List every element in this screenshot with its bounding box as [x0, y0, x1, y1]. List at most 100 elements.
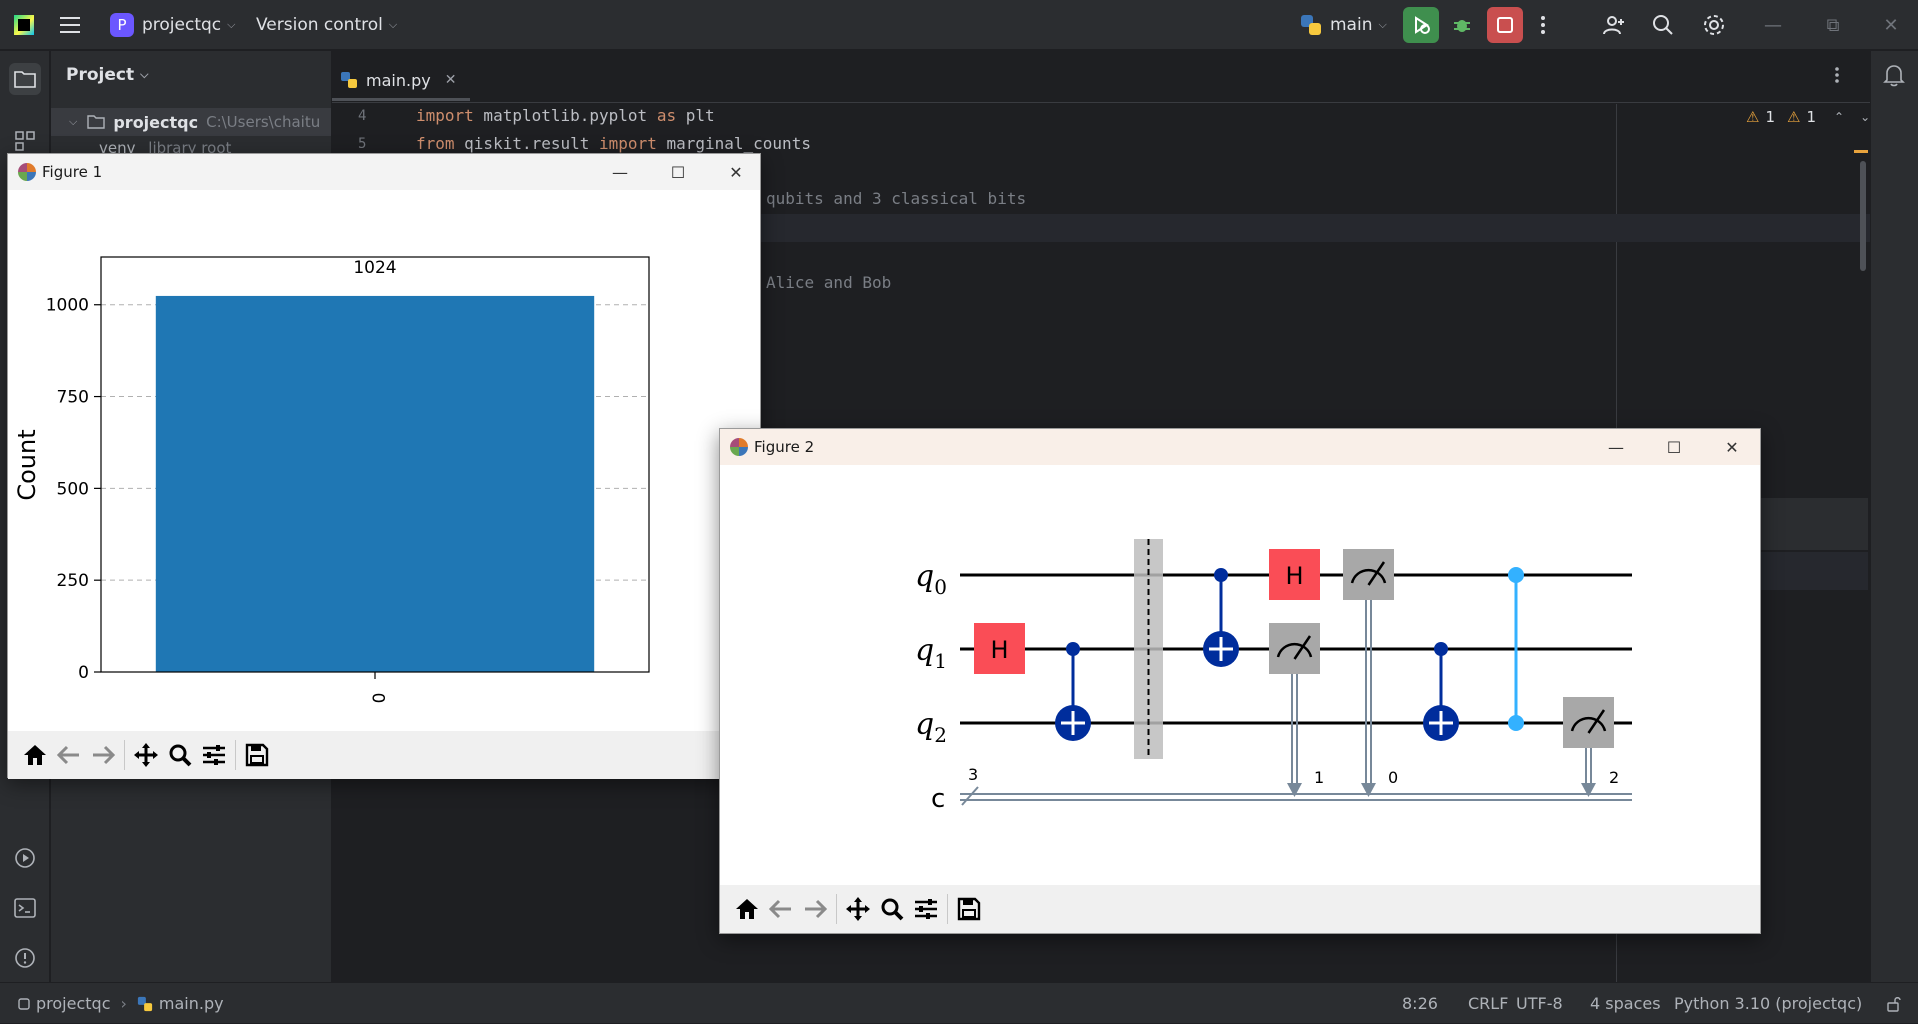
more-vertical-icon — [1541, 16, 1545, 34]
arrow-left-icon — [769, 899, 791, 919]
folder-icon — [87, 115, 106, 129]
sliders-icon — [915, 899, 937, 919]
close-icon: ✕ — [1725, 437, 1739, 457]
chart-bars: 1024 — [155, 258, 595, 672]
h-gate-q0: H — [1269, 549, 1320, 600]
measure-gate-q1: 1 — [1269, 623, 1324, 797]
measure-target-label: 1 — [1314, 768, 1324, 787]
home-button[interactable] — [18, 738, 52, 772]
code-line[interactable]: from qiskit.result import marginal_count… — [416, 134, 811, 153]
project-panel-title: Project — [66, 65, 135, 85]
pan-button[interactable] — [129, 738, 163, 772]
minimize-button[interactable]: — — [1743, 0, 1803, 50]
code-text: matplotlib.pyplot — [473, 106, 657, 125]
project-badge: P — [110, 13, 134, 37]
zoom-button[interactable] — [875, 892, 909, 926]
figure-1-titlebar[interactable]: Figure 1 — ☐ ✕ — [8, 154, 760, 190]
zoom-button[interactable] — [163, 738, 197, 772]
cnot-gate-q0-q1 — [1203, 568, 1239, 667]
code-keyword: import — [416, 106, 474, 125]
tree-row-root[interactable]: ⌵ projectqc C:\Users\chaitu — [51, 108, 331, 136]
save-figure-button[interactable] — [240, 738, 274, 772]
project-panel-header[interactable]: Project ⌵ — [66, 65, 148, 85]
breadcrumb-file[interactable]: main.py — [159, 994, 224, 1013]
problems-tool-button[interactable] — [11, 944, 39, 972]
folder-icon — [14, 71, 36, 88]
settings-button[interactable] — [1702, 0, 1726, 50]
y-tick-label: 1000 — [46, 296, 89, 316]
chevron-down-icon: ⌵ — [227, 18, 236, 31]
code-comment-fragment: Alice and Bob — [766, 273, 892, 292]
inspection-widget[interactable]: ⚠ 1 ⚠ 1 ⌃ ⌄ — [1746, 108, 1870, 126]
figure-1-minimize-button[interactable]: — — [591, 154, 649, 190]
figure-2-maximize-button[interactable]: ☐ — [1645, 429, 1703, 465]
measure-gate-q2: 2 — [1563, 697, 1619, 797]
cnot-gate-q1-q2 — [1055, 642, 1091, 741]
forward-button[interactable] — [798, 892, 832, 926]
next-highlight-icon[interactable]: ⌄ — [1860, 110, 1870, 124]
prev-highlight-icon[interactable]: ⌃ — [1834, 110, 1844, 124]
indent-settings[interactable]: 4 spaces — [1590, 983, 1661, 1024]
breadcrumb-project[interactable]: projectqc — [36, 994, 110, 1013]
figure-1-close-button[interactable]: ✕ — [707, 154, 765, 190]
forward-button[interactable] — [86, 738, 120, 772]
figure-1-maximize-button[interactable]: ☐ — [649, 154, 707, 190]
warning-count-a: 1 — [1765, 108, 1775, 126]
qubit-label-q1: q1 — [915, 633, 947, 673]
toolbar-separator — [947, 894, 948, 924]
pan-button[interactable] — [841, 892, 875, 926]
code-keyword: as — [656, 106, 677, 125]
home-button[interactable] — [730, 892, 764, 926]
editor-scrollbar[interactable] — [1860, 161, 1866, 271]
structure-tool-button[interactable] — [11, 127, 39, 155]
notifications-button[interactable] — [1883, 63, 1905, 91]
arrow-left-icon — [57, 745, 79, 765]
close-icon: ✕ — [1883, 14, 1899, 36]
close-tab-icon[interactable]: ✕ — [445, 72, 457, 88]
problems-icon — [15, 948, 35, 968]
qubit-label-q0: q0 — [915, 559, 947, 599]
back-button[interactable] — [52, 738, 86, 772]
project-widget[interactable]: P projectqc ⌵ — [110, 0, 235, 50]
run-icon — [15, 848, 35, 868]
line-number: 5 — [358, 136, 367, 152]
search-everywhere-button[interactable] — [1652, 0, 1674, 50]
minimize-icon: — — [1608, 437, 1624, 457]
debug-button[interactable] — [1444, 7, 1480, 43]
configure-subplots-button[interactable] — [197, 738, 231, 772]
figure-2-close-button[interactable]: ✕ — [1703, 429, 1761, 465]
run-tool-button[interactable] — [11, 844, 39, 872]
tab-actions-button[interactable] — [1834, 66, 1840, 88]
toolbar-separator — [124, 740, 125, 770]
save-icon — [245, 743, 269, 767]
python-interpreter[interactable]: Python 3.10 (projectqc) — [1674, 983, 1862, 1024]
qubit-label-q2: q2 — [915, 707, 947, 747]
project-tool-button[interactable] — [9, 63, 41, 95]
restore-button[interactable]: ⧉ — [1803, 0, 1863, 50]
save-figure-button[interactable] — [952, 892, 986, 926]
editor-tab-main[interactable]: main.py ✕ — [340, 58, 456, 102]
line-separator[interactable]: CRLF — [1468, 983, 1508, 1024]
readonly-toggle[interactable] — [1886, 983, 1902, 1024]
toolbar-separator — [836, 894, 837, 924]
figure-2-minimize-button[interactable]: — — [1587, 429, 1645, 465]
zoom-icon — [881, 898, 904, 921]
chevron-down-icon: ⌵ — [388, 18, 398, 31]
file-encoding[interactable]: UTF-8 — [1516, 983, 1563, 1024]
vcs-widget[interactable]: Version control ⌵ — [256, 0, 397, 50]
main-menu-button[interactable] — [60, 0, 80, 50]
run-config-widget[interactable]: main ⌵ — [1298, 0, 1387, 50]
figure-2-titlebar[interactable]: Figure 2 — ☐ ✕ — [720, 429, 1760, 465]
back-button[interactable] — [764, 892, 798, 926]
caret-position[interactable]: 8:26 — [1402, 983, 1438, 1024]
save-icon — [957, 897, 981, 921]
code-line[interactable]: import matplotlib.pyplot as plt — [416, 106, 715, 125]
configure-subplots-button[interactable] — [909, 892, 943, 926]
stop-button[interactable] — [1487, 7, 1523, 43]
more-actions-button[interactable] — [1540, 0, 1546, 50]
code-with-me-button[interactable] — [1602, 0, 1626, 50]
active-tab-indicator — [332, 98, 470, 101]
rerun-button[interactable] — [1403, 7, 1439, 43]
terminal-tool-button[interactable] — [11, 894, 39, 922]
close-button[interactable]: ✕ — [1861, 0, 1918, 50]
